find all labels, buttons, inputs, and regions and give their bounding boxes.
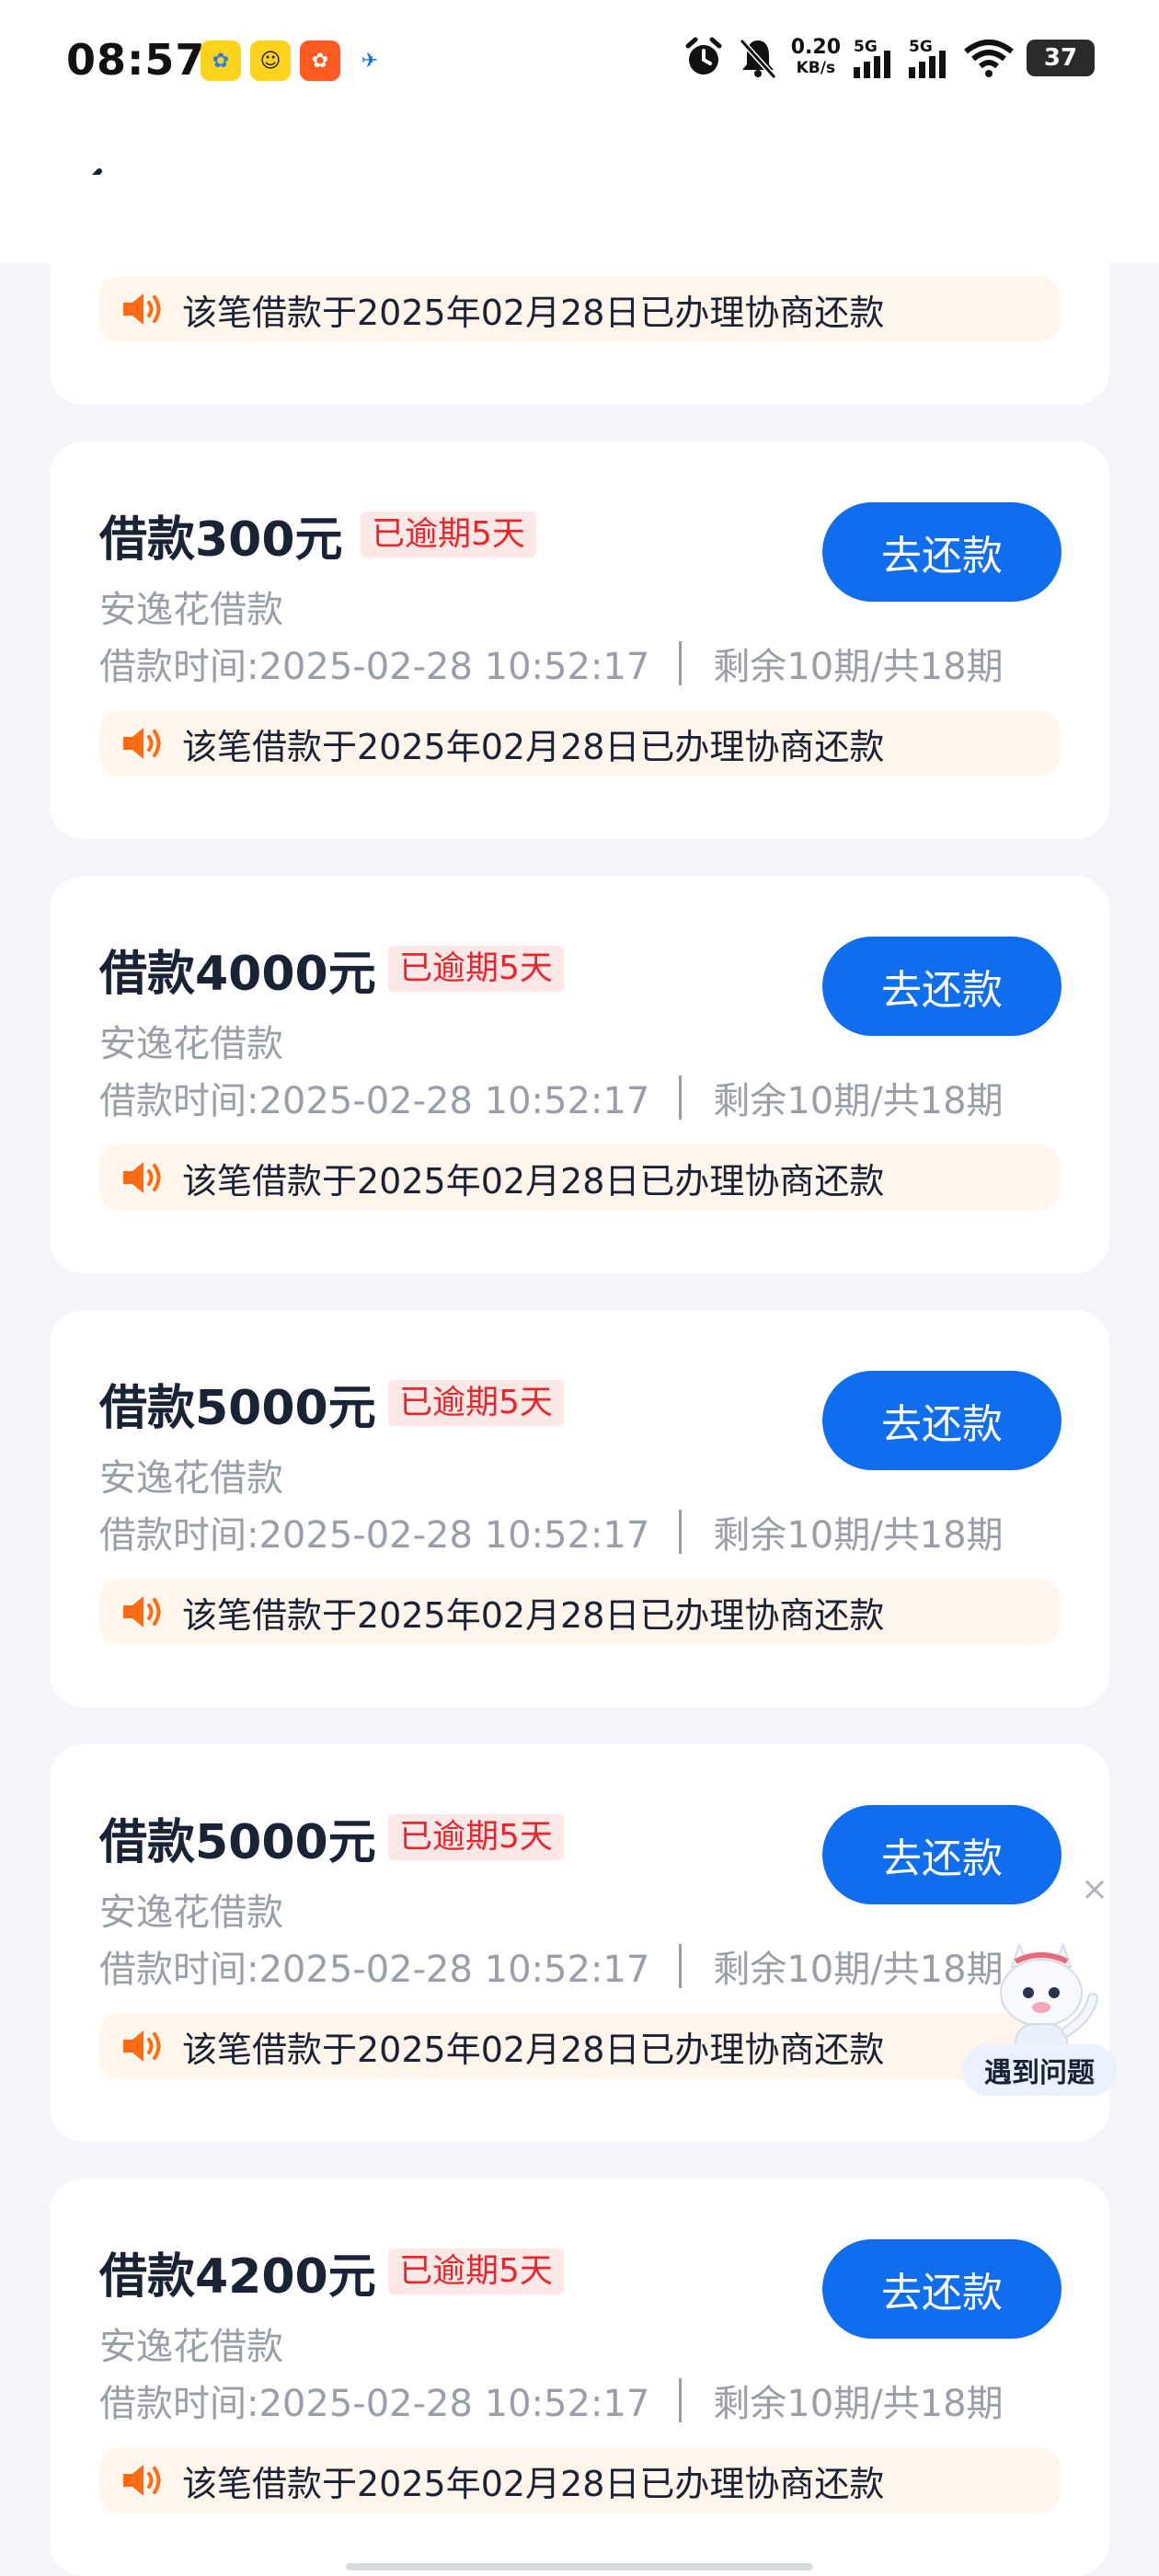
loan-amount: 借款4000元 <box>99 947 376 1002</box>
network-speed-unit: KB/s <box>796 59 836 77</box>
loan-product: 安逸花借款 <box>99 589 283 631</box>
loan-card: 借款5000元 已逾期5天 安逸花借款 借款时间:2025-02-28 10:5… <box>50 1310 1109 1708</box>
loan-card: 借款4000元 已逾期5天 安逸花借款 借款时间:2025-02-28 10:5… <box>50 876 1109 1273</box>
loan-amount: 借款5000元 <box>99 1381 376 1436</box>
loan-time: 借款时间:2025-02-28 10:52:17 <box>99 2383 650 2425</box>
battery-icon: 37 <box>1027 40 1095 76</box>
negotiation-notice: 该笔借款于2025年02月28日已办理协商还款 <box>99 1579 1060 1645</box>
overdue-badge: 已逾期5天 <box>388 1814 564 1860</box>
overdue-badge: 已逾期5天 <box>388 2248 564 2294</box>
helper-close-button[interactable]: × <box>1078 1873 1111 1906</box>
loan-installments: 剩余10期/共18期 <box>713 2383 1004 2425</box>
loan-product: 安逸花借款 <box>99 1023 283 1065</box>
status-indicators: 0.20 KB/s 5G 5G 37 <box>683 37 1095 79</box>
alarm-icon <box>685 37 722 75</box>
loan-card: 借款5000元 已逾期5天 安逸花借款 借款时间:2025-02-28 10:5… <box>50 1744 1109 2142</box>
negotiation-notice: 该笔借款于2025年02月28日已办理协商还款 <box>99 1144 1060 1211</box>
loan-product: 安逸花借款 <box>99 1457 283 1500</box>
overdue-badge: 已逾期5天 <box>388 946 564 992</box>
divider <box>679 641 683 685</box>
pinwheel-app-icon: ✿ <box>201 40 241 81</box>
speaker-icon <box>123 2465 161 2496</box>
loan-installments: 剩余10期/共18期 <box>713 1080 1004 1122</box>
notice-text: 该笔借款于2025年02月28日已办理协商还款 <box>182 726 885 767</box>
negotiation-notice: 该笔借款于2025年02月28日已办理协商还款 <box>99 2013 1060 2079</box>
divider <box>679 1075 683 1120</box>
loan-meta: 借款时间:2025-02-28 10:52:17 剩余10期/共18期 <box>99 637 1004 690</box>
repay-button[interactable]: 去还款 <box>822 1805 1061 1904</box>
divider <box>679 2378 683 2422</box>
negotiation-notice: 该笔借款于2025年02月28日已办理协商还款 <box>99 710 1060 776</box>
loan-product: 安逸花借款 <box>99 1892 283 1934</box>
loan-time: 借款时间:2025-02-28 10:52:17 <box>99 1514 650 1557</box>
loan-meta: 借款时间:2025-02-28 10:52:17 剩余10期/共18期 <box>99 1071 1004 1124</box>
sim1-label: 5G <box>854 38 878 56</box>
negotiation-notice: 该笔借款于2025年02月28日已办理协商还款 <box>99 276 1060 342</box>
loan-installments: 剩余10期/共18期 <box>713 1949 1004 1991</box>
sim2-label: 5G <box>909 38 933 56</box>
loan-time: 借款时间:2025-02-28 10:52:17 <box>99 646 650 688</box>
loan-meta: 借款时间:2025-02-28 10:52:17 剩余10期/共18期 <box>99 1505 1004 1558</box>
bell-muted-icon <box>739 38 776 79</box>
loan-card: 借款4200元 已逾期5天 安逸花借款 借款时间:2025-02-28 10:5… <box>50 2179 1109 2576</box>
speaker-icon <box>123 1162 161 1193</box>
wifi-icon <box>964 40 1014 77</box>
divider <box>679 1510 683 1554</box>
notice-text: 该笔借款于2025年02月28日已办理协商还款 <box>182 2029 885 2070</box>
loan-card: 该笔借款于2025年02月28日已办理协商还款 <box>50 175 1109 405</box>
overdue-badge: 已逾期5天 <box>361 512 536 558</box>
loan-time: 借款时间:2025-02-28 10:52:17 <box>99 1080 650 1122</box>
speaker-icon <box>123 293 161 325</box>
loan-amount: 借款5000元 <box>99 1815 376 1870</box>
negotiation-notice: 该笔借款于2025年02月28日已办理协商还款 <box>99 2447 1060 2513</box>
helper-label[interactable]: 遇到问题 <box>962 2044 1117 2096</box>
speaker-icon <box>123 2030 161 2062</box>
repay-button[interactable]: 去还款 <box>822 2239 1061 2339</box>
kuaishou-app-icon: ✿ <box>300 40 340 81</box>
repay-button[interactable]: 去还款 <box>822 502 1061 602</box>
notification-app-icons: ✿ ☺ ✿ ✈ <box>201 40 390 81</box>
loan-meta: 借款时间:2025-02-28 10:52:17 剩余10期/共18期 <box>99 2374 1004 2427</box>
loan-amount: 借款4200元 <box>99 2249 376 2305</box>
signal-sim1-icon: 5G <box>854 38 896 78</box>
loan-time: 借款时间:2025-02-28 10:52:17 <box>99 1949 650 1991</box>
loan-installments: 剩余10期/共18期 <box>713 1514 1004 1557</box>
home-indicator[interactable] <box>346 2563 813 2570</box>
notice-text: 该笔借款于2025年02月28日已办理协商还款 <box>182 1594 885 1636</box>
loan-card: 借款300元 已逾期5天 安逸花借款 借款时间:2025-02-28 10:52… <box>50 442 1109 839</box>
notice-text: 该笔借款于2025年02月28日已办理协商还款 <box>182 2463 885 2504</box>
notice-text: 该笔借款于2025年02月28日已办理协商还款 <box>182 1160 885 1202</box>
notice-text: 该笔借款于2025年02月28日已办理协商还款 <box>182 292 885 333</box>
overdue-badge: 已逾期5天 <box>388 1380 564 1426</box>
loan-installments: 剩余10期/共18期 <box>713 646 1004 688</box>
repay-button[interactable]: 去还款 <box>822 937 1061 1036</box>
loan-amount: 借款300元 <box>99 512 343 568</box>
divider <box>679 1944 683 1988</box>
bird-app-icon: ✈ <box>350 40 390 81</box>
repay-button[interactable]: 去还款 <box>822 1371 1061 1470</box>
status-bar: 08:57 ✿ ☺ ✿ ✈ 0.20 KB/s 5G 5G 37 <box>0 0 1159 129</box>
network-speed-value: 0.20 <box>790 36 841 59</box>
network-speed: 0.20 KB/s <box>791 38 841 78</box>
reading-app-icon: ☺ <box>250 40 291 81</box>
signal-sim2-icon: 5G <box>909 38 951 78</box>
speaker-icon <box>123 1596 161 1627</box>
speaker-icon <box>123 728 161 759</box>
status-time: 08:57 <box>66 35 206 85</box>
loan-product: 安逸花借款 <box>99 2326 283 2368</box>
loan-meta: 借款时间:2025-02-28 10:52:17 剩余10期/共18期 <box>99 1939 1004 1993</box>
